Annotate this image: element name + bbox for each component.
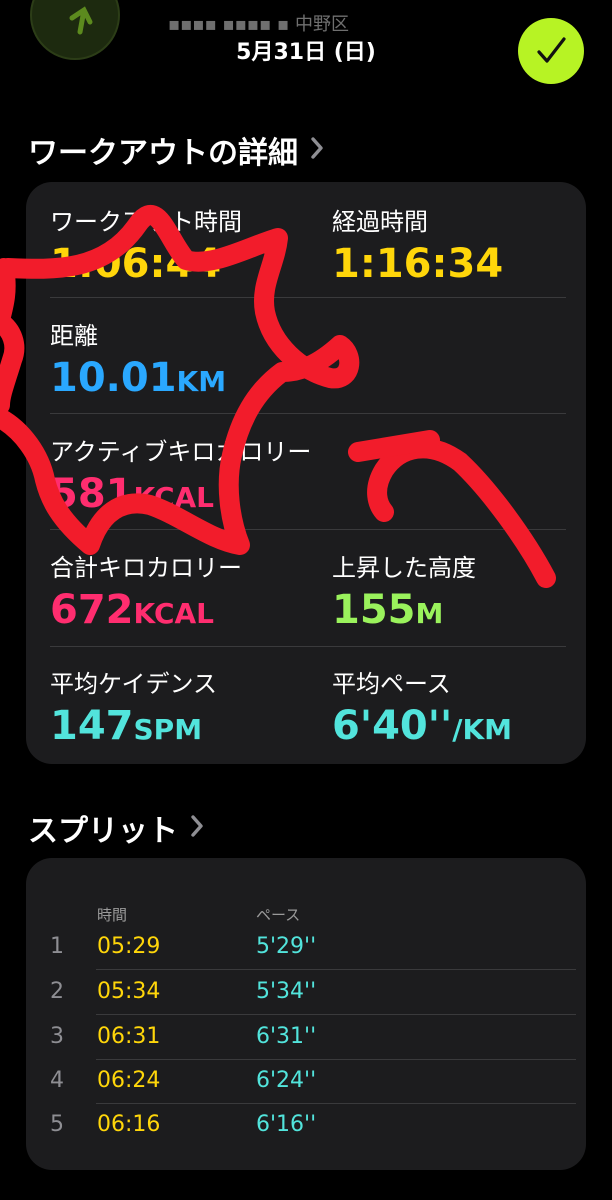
table-row: 1 05:29 5'29'' — [26, 926, 586, 970]
value-number: 581 — [50, 471, 134, 517]
table-row: 3 06:31 6'31'' — [26, 1016, 586, 1060]
metric-value: 147SPM — [50, 703, 217, 749]
metric-elevation: 上昇した高度 155M — [332, 548, 476, 633]
table-row: 4 06:24 6'24'' — [26, 1060, 586, 1104]
metric-label: 平均ケイデンス — [50, 670, 218, 698]
value-unit: M — [415, 597, 444, 630]
split-index: 3 — [50, 1024, 64, 1049]
divider — [50, 297, 566, 298]
split-index: 5 — [50, 1112, 64, 1137]
metric-cadence: 平均ケイデンス 147SPM — [50, 664, 217, 749]
checkmark-icon — [537, 37, 566, 63]
split-index: 4 — [50, 1068, 64, 1093]
row-divider — [96, 969, 576, 970]
chevron-right-icon — [310, 133, 324, 168]
metric-value: 581KCAL — [50, 471, 311, 517]
metric-workout-time: ワークアウト時間 1:06:44 — [50, 202, 242, 287]
metric-label: 平均ペース — [332, 670, 451, 698]
metric-value: 1:16:34 — [332, 241, 504, 287]
split-pace: 6'24'' — [256, 1068, 317, 1093]
value-number: 147 — [50, 703, 134, 749]
row-divider — [96, 1014, 576, 1015]
metric-label: ワークアウト時間 — [50, 208, 242, 236]
split-pace: 6'31'' — [256, 1024, 317, 1049]
split-time: 06:24 — [97, 1068, 161, 1093]
divider — [50, 529, 566, 530]
value-number: 155 — [332, 587, 416, 633]
metric-total-kcal: 合計キロカロリー 672KCAL — [50, 548, 242, 633]
divider — [50, 646, 566, 647]
metric-label: 上昇した高度 — [332, 554, 476, 582]
done-button[interactable] — [518, 18, 584, 84]
split-time: 05:34 — [97, 979, 161, 1004]
col-header-time: 時間 — [97, 906, 128, 924]
top-bar: ▪▪▪▪ ▪▪▪▪ ▪ 中野区 5月31日 (日) — [0, 0, 612, 100]
splits-header[interactable]: スプリット — [28, 806, 204, 850]
value-unit: /KM — [452, 713, 513, 746]
metric-value: 6'40''/KM — [332, 703, 512, 749]
metric-label: 合計キロカロリー — [50, 554, 242, 582]
value-unit: KM — [176, 365, 227, 398]
split-time: 06:31 — [97, 1024, 161, 1049]
split-pace: 6'16'' — [256, 1112, 317, 1137]
metric-value: 672KCAL — [50, 587, 242, 633]
metric-value: 1:06:44 — [50, 241, 222, 287]
splits-title: スプリット — [28, 814, 178, 849]
metric-pace: 平均ペース 6'40''/KM — [332, 664, 512, 749]
split-index: 1 — [50, 934, 64, 959]
value-unit: KCAL — [133, 481, 215, 514]
metric-value: 155M — [332, 587, 476, 633]
metric-distance: 距離 10.01KM — [50, 316, 226, 401]
table-row: 5 06:16 6'16'' — [26, 1104, 586, 1148]
split-index: 2 — [50, 979, 64, 1004]
workout-details-card: ワークアウト時間 1:06:44 経過時間 1:16:34 距離 10.01KM… — [26, 182, 586, 764]
workout-details-title: ワークアウトの詳細 — [28, 136, 298, 171]
table-row: 2 05:34 5'34'' — [26, 971, 586, 1015]
value-unit: KCAL — [133, 597, 215, 630]
metric-label: 距離 — [50, 322, 98, 350]
value-number: 672 — [50, 587, 134, 633]
metric-label: 経過時間 — [332, 208, 428, 236]
metric-active-kcal: アクティブキロカロリー 581KCAL — [50, 432, 311, 517]
divider — [50, 413, 566, 414]
value-number: 10.01 — [50, 355, 177, 401]
col-header-pace: ペース — [256, 906, 301, 924]
metric-value: 10.01KM — [50, 355, 226, 401]
value-unit: SPM — [133, 713, 203, 746]
value-number: 6'40'' — [332, 703, 453, 749]
metric-elapsed-time: 経過時間 1:16:34 — [332, 202, 503, 287]
workout-details-header[interactable]: ワークアウトの詳細 — [28, 128, 324, 172]
location-subtitle: ▪▪▪▪ ▪▪▪▪ ▪ 中野区 — [168, 14, 349, 35]
split-pace: 5'29'' — [256, 934, 317, 959]
split-pace: 5'34'' — [256, 979, 317, 1004]
split-time: 05:29 — [97, 934, 161, 959]
metric-label: アクティブキロカロリー — [50, 438, 312, 466]
chevron-right-icon — [190, 811, 204, 846]
splits-card: 時間 ペース 1 05:29 5'29'' 2 05:34 5'34'' 3 0… — [26, 858, 586, 1170]
split-time: 06:16 — [97, 1112, 161, 1137]
